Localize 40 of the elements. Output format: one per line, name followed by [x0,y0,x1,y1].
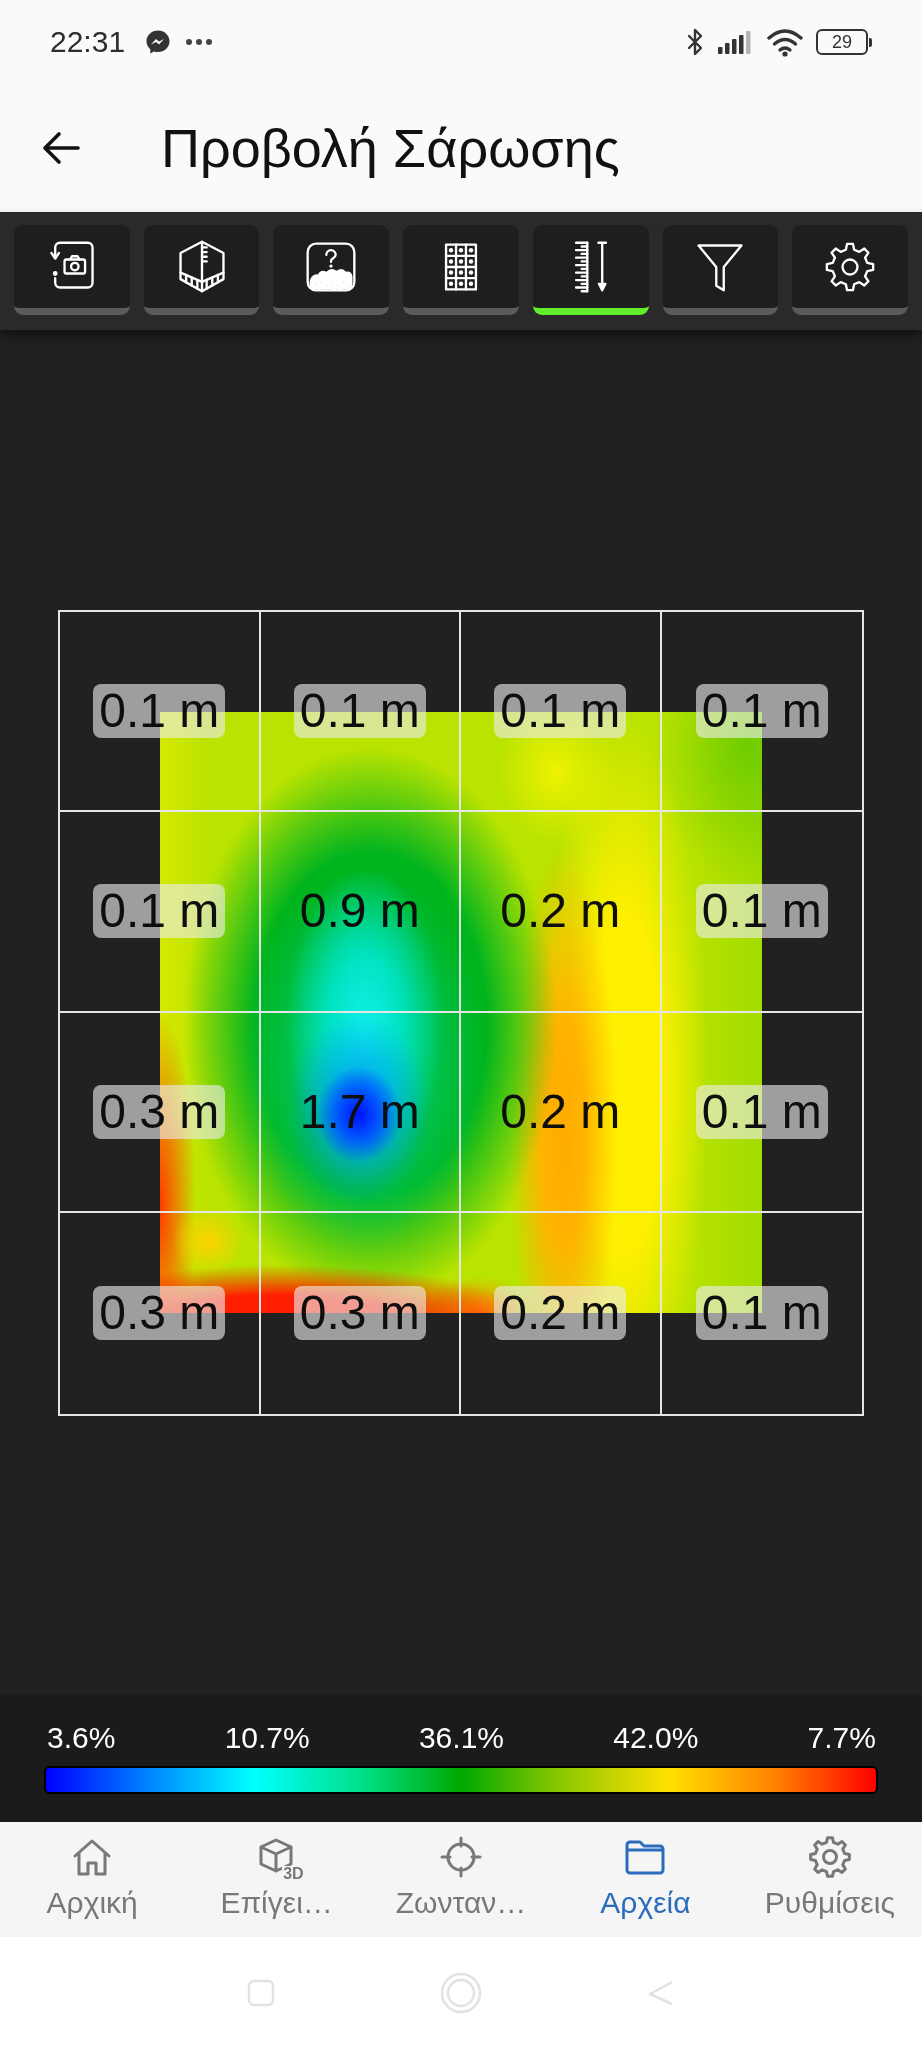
ellipsis-icon [185,38,214,46]
depth-value: 0.1 m [695,1084,828,1139]
depth-value: 0.1 m [695,884,828,939]
depth-value: 0.1 m [93,683,226,738]
legend-value: 3.6% [47,1721,116,1755]
bluetooth-icon [686,27,704,57]
nav-tab[interactable]: Ζωνταν… [368,1822,554,1937]
chat-bubble-icon [145,29,172,55]
nav-tab[interactable]: Ρυθμίσεις [737,1822,922,1937]
depth-value: 0.2 m [499,884,622,939]
battery-indicator: 29 [816,29,872,55]
page-title: Προβολή Σάρωσης [161,117,620,179]
depth-value: 0.3 m [93,1084,226,1139]
tool-button[interactable] [14,225,130,315]
crosshair-icon [439,1835,483,1879]
tool-button[interactable] [792,225,909,315]
legend-value: 10.7% [224,1721,310,1755]
depth-value: 0.1 m [293,683,426,738]
depth-value: 0.1 m [695,683,828,738]
tool-button[interactable] [273,225,390,315]
wifi-icon [766,27,804,57]
legend-value: 42.0% [613,1721,699,1755]
depth-value: 0.1 m [93,884,226,939]
nav-tab[interactable]: Αρχική [0,1822,185,1937]
nav-tab[interactable]: 3D Επίγει… [184,1822,369,1937]
tool-button[interactable] [143,225,260,315]
settings-icon [807,1835,852,1879]
legend-value: 36.1% [418,1721,504,1755]
clock-time: 22:31 [50,25,126,59]
depth-value: 0.9 m [298,884,421,939]
tool-button[interactable] [662,225,779,315]
icon-label: 3D [282,1866,305,1882]
depth-value: 0.1 m [494,683,627,738]
nav-tab[interactable]: Αρχεία [553,1822,738,1937]
legend-value: 7.7% [807,1721,876,1755]
depth-value: 1.7 m [298,1084,421,1139]
signal-icon [718,30,754,54]
depth-value: 0.2 m [494,1286,627,1341]
depth-value: 0.1 m [695,1286,828,1341]
tool-button[interactable] [403,225,519,315]
